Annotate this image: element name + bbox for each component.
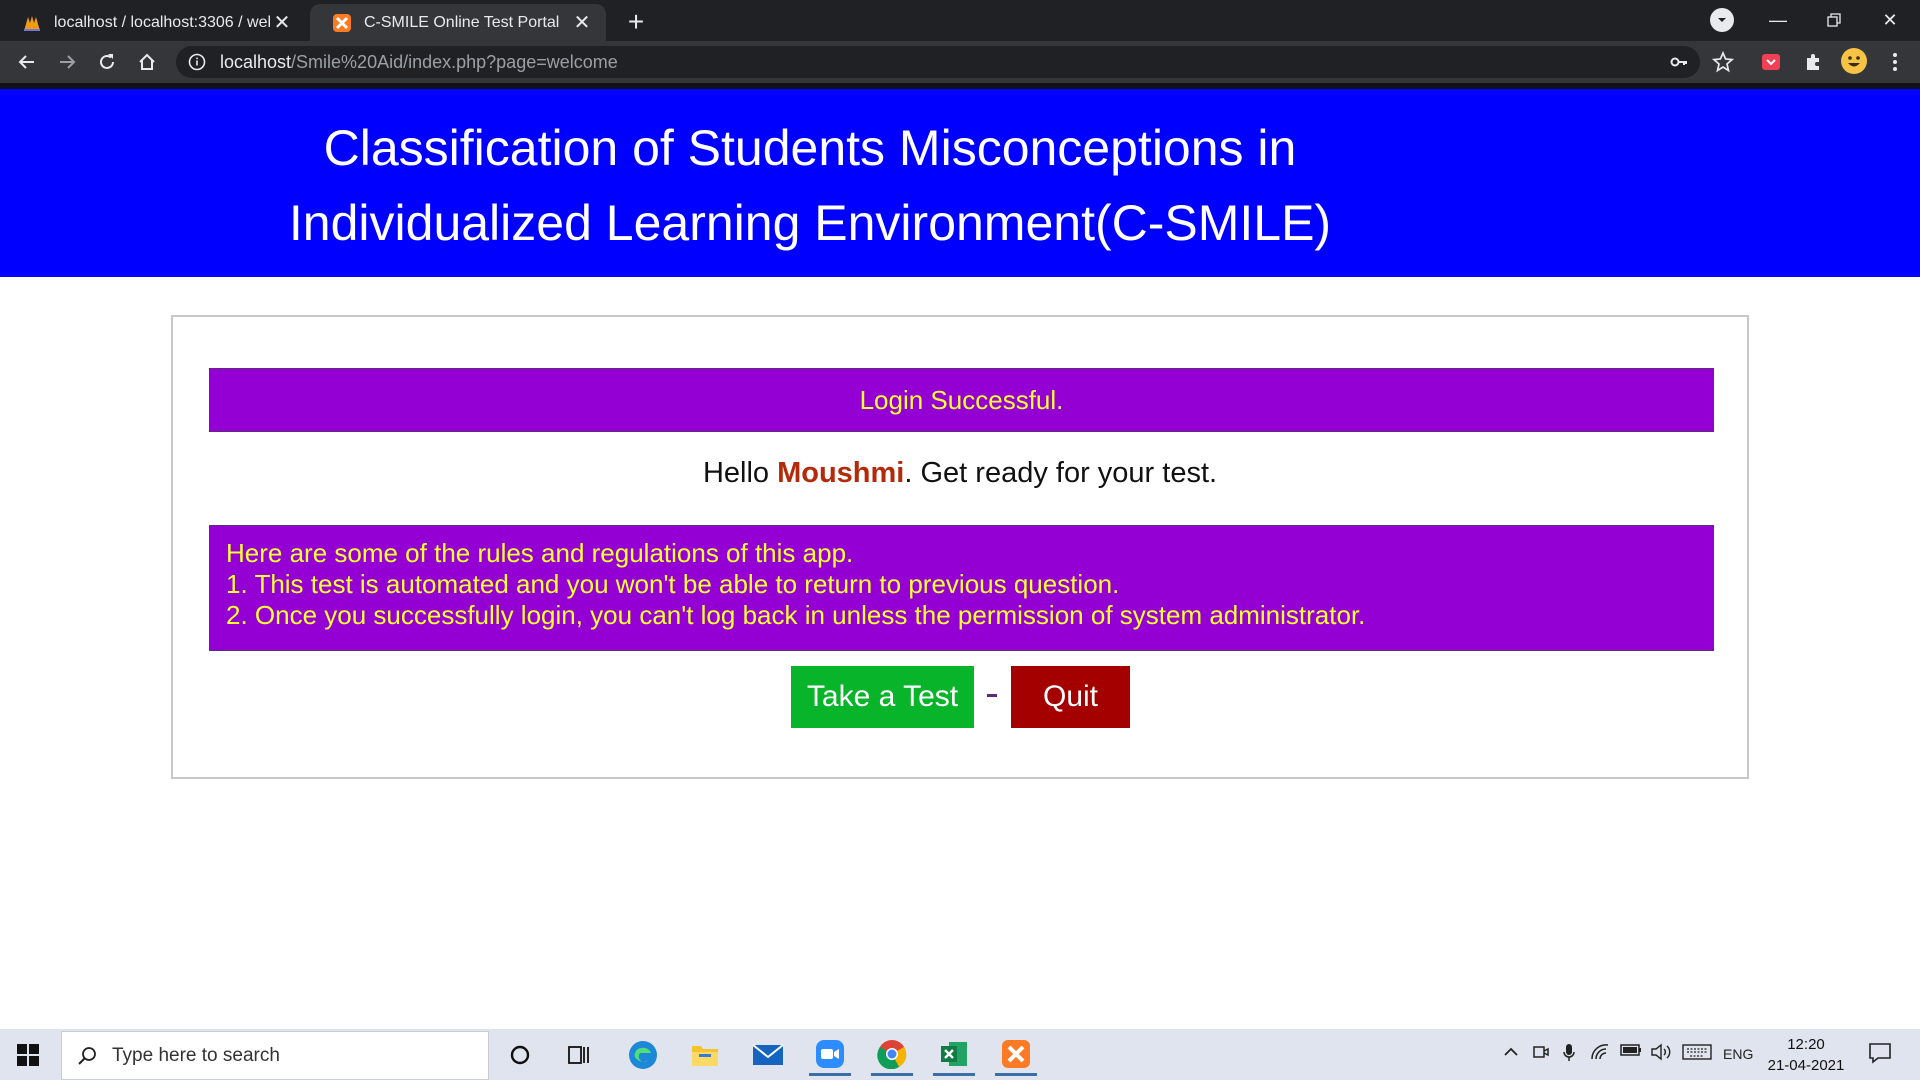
search-icon (78, 1046, 96, 1065)
home-icon (139, 53, 155, 70)
volume-icon[interactable] (1650, 1043, 1672, 1064)
pocket-icon[interactable] (1758, 49, 1784, 75)
back-button[interactable] (10, 45, 44, 79)
site-header: Classification of Students Misconception… (0, 89, 1920, 277)
excel-icon[interactable] (933, 1034, 975, 1076)
rule-item: 1. This test is automated and you won't … (226, 569, 1120, 599)
greeting-text: Hello Moushmi. Get ready for your test. (702, 457, 1218, 489)
button-separator (987, 694, 997, 697)
edge-icon[interactable] (622, 1034, 664, 1076)
battery-icon[interactable] (1620, 1043, 1642, 1060)
search-placeholder: Type here to search (112, 1044, 280, 1066)
clock-date: 21-04-2021 (1767, 1057, 1845, 1074)
clock-time: 12:20 (1787, 1036, 1825, 1053)
microphone-icon[interactable] (1562, 1043, 1576, 1066)
user-name: Moushmi (777, 457, 905, 489)
browser-toolbar: localhost/Smile%20Aid/index.php?page=wel… (0, 41, 1920, 83)
mail-icon[interactable] (747, 1034, 789, 1076)
take-test-button[interactable]: Take a Test (791, 666, 974, 728)
tab-title: C-SMILE Online Test Portal (364, 13, 560, 31)
site-title-line-1: Classification of Students Misconception… (323, 120, 1297, 176)
site-title-line-2: Individualized Learning Environment(C-SM… (288, 195, 1332, 251)
site-title: Classification of Students Misconception… (190, 111, 1430, 261)
rule-item: 2. Once you successfully login, you can'… (226, 600, 1366, 630)
file-explorer-icon[interactable] (684, 1034, 726, 1076)
key-icon[interactable] (1666, 49, 1692, 75)
minimize-button[interactable]: — (1750, 0, 1806, 40)
address-bar[interactable]: localhost/Smile%20Aid/index.php?page=wel… (176, 46, 1700, 78)
windows-taskbar: Type here to search ENG 12:20 21-04-2021 (0, 1029, 1920, 1080)
close-icon[interactable]: ✕ (570, 11, 594, 35)
browser-tab-strip: localhost / localhost:3306 / webp ✕ C-SM… (0, 0, 1920, 41)
phpmyadmin-icon (24, 15, 40, 31)
arrow-left-icon (18, 55, 34, 69)
welcome-panel: Login Successful. Hello Moushmi. Get rea… (171, 315, 1749, 779)
browser-tab-phpmyadmin[interactable]: localhost / localhost:3306 / webp ✕ (0, 4, 306, 41)
rules-intro: Here are some of the rules and regulatio… (226, 538, 854, 568)
forward-button[interactable] (50, 45, 84, 79)
tab-search-button[interactable] (1710, 8, 1734, 32)
star-icon[interactable] (1710, 49, 1736, 75)
reload-icon (100, 54, 114, 69)
avatar[interactable] (1840, 47, 1868, 75)
rules-box: Here are some of the rules and regulatio… (209, 525, 1714, 651)
reload-button[interactable] (90, 45, 124, 79)
keyboard-icon[interactable] (1682, 1043, 1712, 1064)
taskbar-clock[interactable]: 12:20 21-04-2021 (1766, 1034, 1846, 1076)
xampp-icon[interactable] (995, 1034, 1037, 1076)
info-icon[interactable] (188, 53, 206, 71)
browser-tab-csmile[interactable]: C-SMILE Online Test Portal ✕ (310, 4, 606, 41)
login-success-alert: Login Successful. (209, 368, 1714, 432)
meet-now-icon[interactable] (1532, 1043, 1550, 1064)
chrome-icon[interactable] (871, 1034, 913, 1076)
cortana-icon[interactable] (499, 1034, 541, 1076)
menu-kebab-icon[interactable] (1882, 49, 1908, 75)
taskbar-search-box[interactable]: Type here to search (61, 1031, 489, 1080)
new-tab-button[interactable]: + (620, 6, 652, 38)
restore-button[interactable] (1806, 0, 1862, 40)
restore-icon (1827, 13, 1841, 27)
language-indicator[interactable]: ENG (1723, 1046, 1753, 1062)
close-window-button[interactable]: ✕ (1862, 0, 1918, 40)
windows-start-icon[interactable] (16, 1043, 40, 1067)
chevron-up-icon[interactable] (1502, 1043, 1520, 1064)
notification-icon[interactable] (1868, 1042, 1892, 1067)
arrow-right-icon (60, 55, 76, 69)
wifi-icon[interactable] (1590, 1043, 1610, 1064)
url-text: localhost/Smile%20Aid/index.php?page=wel… (220, 51, 618, 72)
xampp-icon (333, 13, 351, 32)
close-icon[interactable]: ✕ (270, 11, 294, 35)
chevron-down-icon (1718, 18, 1726, 22)
tab-title: localhost / localhost:3306 / webp (54, 13, 270, 31)
extensions-icon[interactable] (1800, 49, 1826, 75)
home-button[interactable] (130, 45, 164, 79)
quit-button[interactable]: Quit (1011, 666, 1130, 728)
zoom-icon[interactable] (809, 1034, 851, 1076)
task-view-icon[interactable] (558, 1034, 600, 1076)
